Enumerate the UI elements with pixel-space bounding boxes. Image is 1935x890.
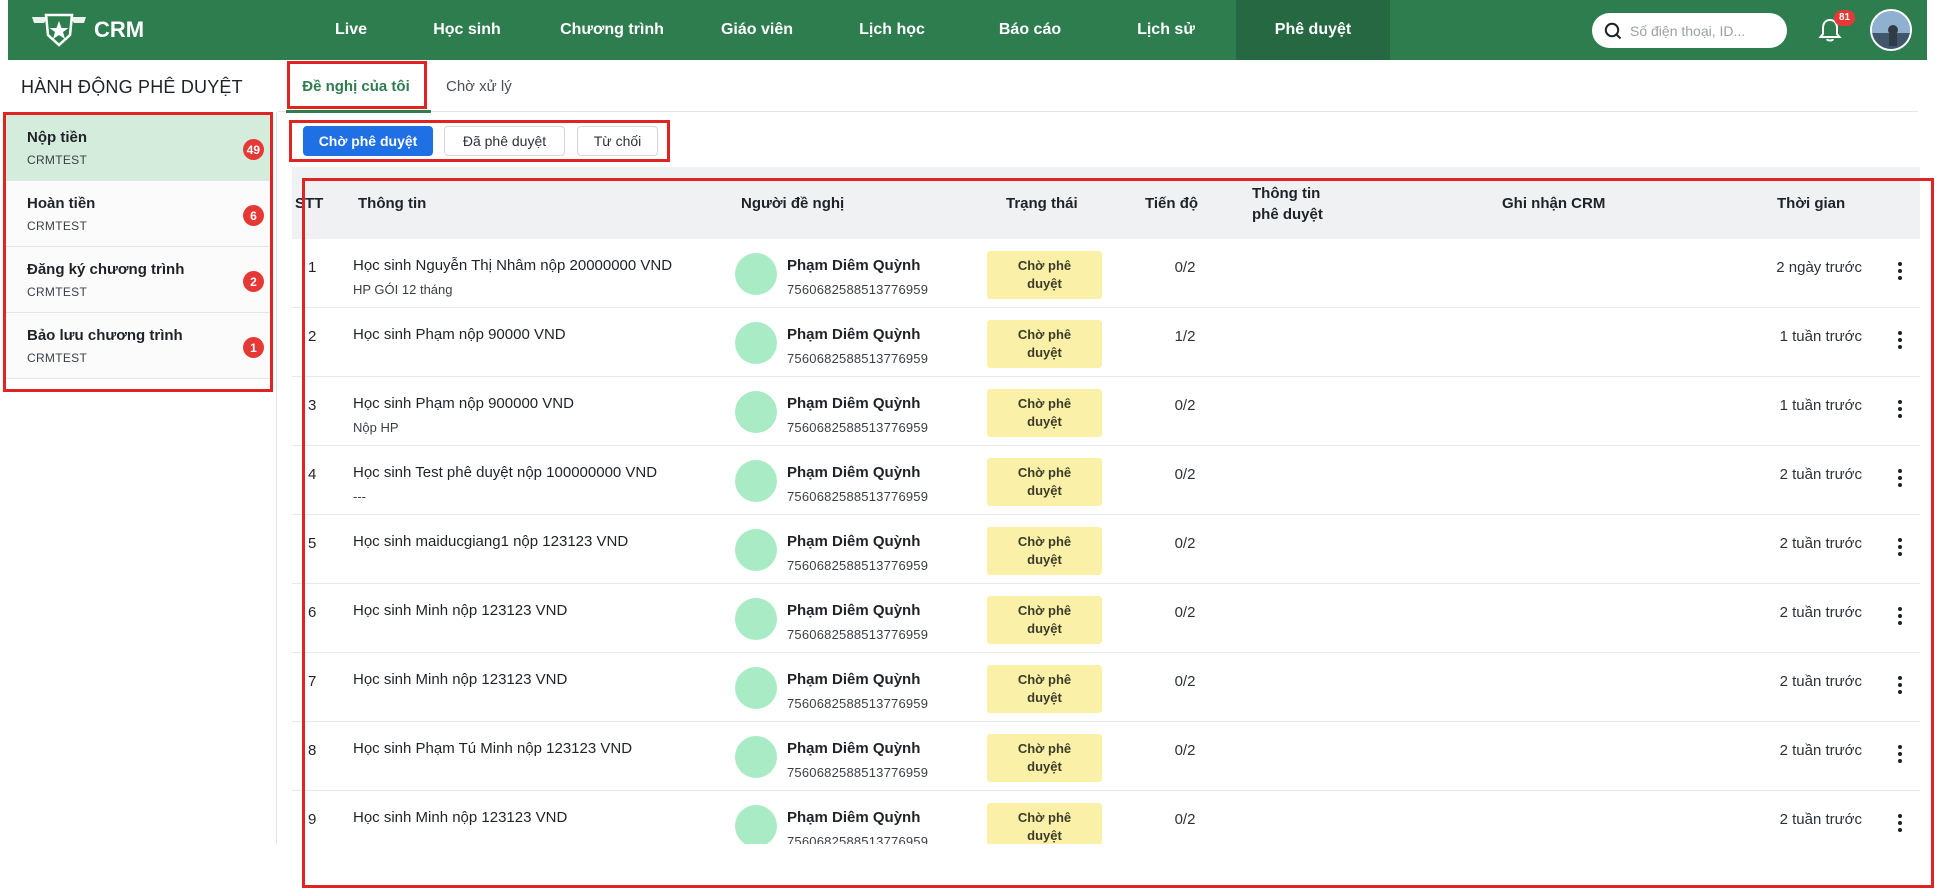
nav-history[interactable]: Lịch sử	[1096, 0, 1236, 60]
approval-action-list: Nộp tiền CRMTEST 49 Hoàn tiền CRMTEST 6 …	[3, 112, 273, 392]
highlight-box-table	[302, 178, 1934, 888]
nav-teachers[interactable]: Giáo viên	[694, 0, 820, 60]
sidebar-item-sub: CRMTEST	[27, 285, 88, 299]
nav-schedule[interactable]: Lịch học	[820, 0, 964, 60]
nav-live[interactable]: Live	[298, 0, 404, 60]
sidebar-title: HÀNH ĐỘNG PHÊ DUYỆT	[21, 77, 243, 97]
brand-name: CRM	[94, 17, 145, 42]
sidebar-item-label: Bảo lưu chương trình	[27, 327, 183, 344]
main-nav: Live Học sinh Chương trình Giáo viên Lịc…	[298, 0, 1390, 60]
search-input[interactable]	[1630, 22, 1780, 39]
sidebar-item-program-registration[interactable]: Đăng ký chương trình CRMTEST 2	[6, 247, 270, 313]
tab-pending[interactable]: Chờ xử lý	[446, 60, 512, 112]
crm-logo[interactable]: CRM	[30, 10, 144, 50]
sidebar-item-sub: CRMTEST	[27, 153, 88, 167]
profile-photo-icon	[1872, 11, 1910, 49]
nav-reports[interactable]: Báo cáo	[964, 0, 1096, 60]
sidebar-item-label: Hoàn tiền	[27, 195, 96, 212]
sidebar-item-sub: CRMTEST	[27, 219, 88, 233]
shield-star-logo-icon	[32, 13, 86, 47]
sidebar-item-program-reserve[interactable]: Bảo lưu chương trình CRMTEST 1	[6, 313, 270, 379]
count-badge: 1	[243, 337, 264, 358]
top-navbar: CRM Live Học sinh Chương trình Giáo viên…	[8, 0, 1927, 60]
sidebar-item-payment[interactable]: Nộp tiền CRMTEST 49	[6, 115, 270, 181]
count-badge: 6	[243, 205, 264, 226]
nav-programs[interactable]: Chương trình	[530, 0, 694, 60]
panel-divider	[276, 112, 277, 844]
sidebar-item-refund[interactable]: Hoàn tiền CRMTEST 6	[6, 181, 270, 247]
user-avatar[interactable]	[1870, 9, 1912, 51]
request-tabs: Đề nghị của tôi Chờ xử lý	[278, 60, 1918, 113]
search-icon	[1604, 22, 1622, 39]
highlight-box-tab	[287, 61, 427, 109]
count-badge: 49	[242, 139, 264, 160]
notification-count-badge: 81	[1834, 10, 1856, 26]
notification-button[interactable]: 81	[1816, 10, 1856, 44]
highlight-box-filters	[289, 120, 670, 162]
sidebar-item-label: Nộp tiền	[27, 129, 87, 146]
sidebar-item-label: Đăng ký chương trình	[27, 261, 185, 278]
sidebar-item-sub: CRMTEST	[27, 351, 88, 365]
active-tab-indicator	[286, 110, 431, 113]
count-badge: 2	[243, 271, 264, 292]
nav-approval[interactable]: Phê duyệt	[1236, 0, 1390, 60]
search-box[interactable]	[1592, 13, 1787, 48]
nav-students[interactable]: Học sinh	[404, 0, 530, 60]
